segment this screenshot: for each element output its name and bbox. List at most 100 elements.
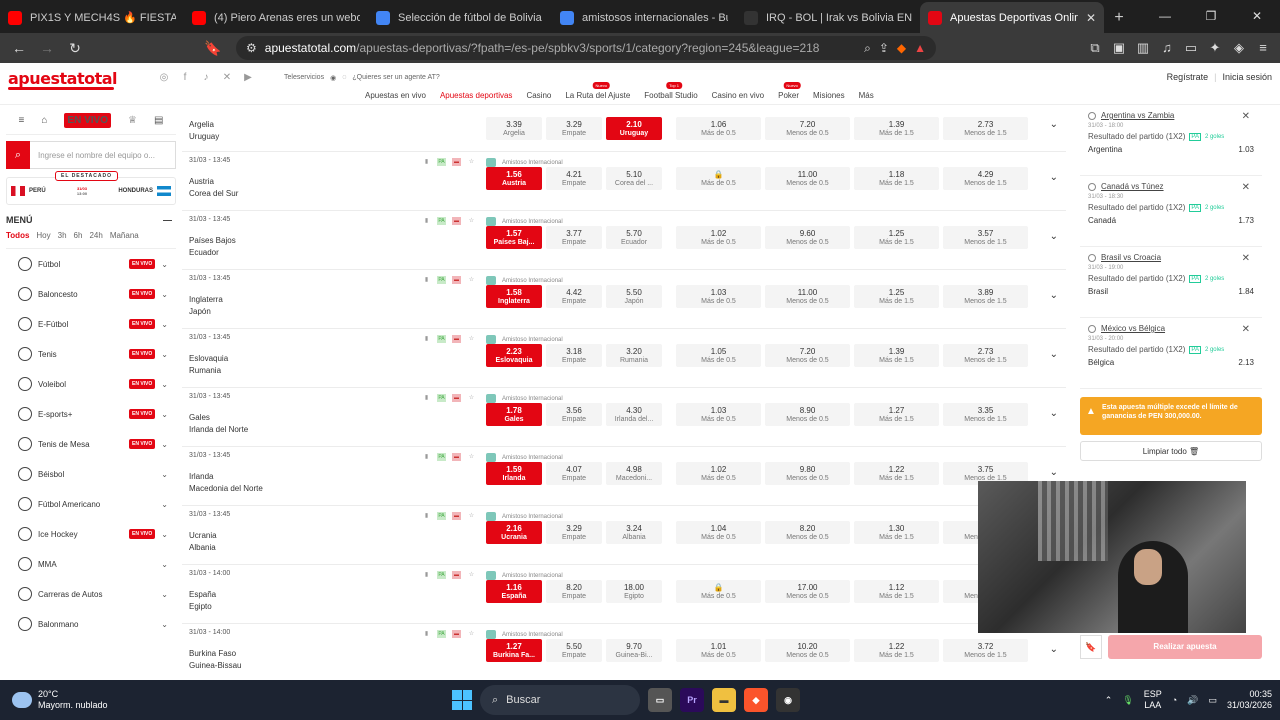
odd-away-button[interactable]: 3.24 Albania xyxy=(606,521,662,544)
odd-over15-button[interactable]: 1.12 Más de 1.5 xyxy=(854,580,939,603)
live-data-icon[interactable]: ▬ xyxy=(452,453,461,461)
bookmark-icon[interactable]: 🔖 xyxy=(202,37,224,59)
premiere-icon[interactable]: Pr xyxy=(680,688,704,712)
back-button[interactable]: ← xyxy=(8,37,30,59)
taskbar-search[interactable]: ⌕ Buscar xyxy=(480,685,640,715)
odd-over15-button[interactable]: 1.22 Más de 1.5 xyxy=(854,639,939,662)
odd-under15-button[interactable]: 3.72 Menos de 1.5 xyxy=(943,639,1028,662)
odd-away-button[interactable]: 4.30 Irlanda del... xyxy=(606,403,662,426)
stats-icon[interactable]: ▮ xyxy=(422,335,431,343)
stream-icon[interactable]: PA xyxy=(437,630,446,638)
whatsapp-icon[interactable]: ◉ xyxy=(330,74,336,82)
odd-under05-button[interactable]: 7.20 Menos de 0.5 xyxy=(765,117,850,140)
nav-item[interactable]: Apuestas en vivo xyxy=(358,91,433,100)
nav-item[interactable]: Casino xyxy=(519,91,558,100)
sport-item[interactable]: Tenis EN VIVO ⌄ xyxy=(6,339,176,369)
browser-tab[interactable]: (4) Piero Arenas eres un webonaz xyxy=(184,2,368,33)
odd-under05-button[interactable]: 10.20 Menos de 0.5 xyxy=(765,639,850,662)
wifi-icon[interactable]: ◔ xyxy=(1172,695,1177,705)
brave-rewards-icon[interactable]: ▲ xyxy=(914,41,926,55)
favorite-star-icon[interactable]: ☆ xyxy=(467,276,476,284)
brave-icon[interactable]: ◆ xyxy=(744,688,768,712)
stats-icon[interactable]: ▮ xyxy=(422,630,431,638)
nav-item[interactable]: La Ruta del Ajuste Nuevo xyxy=(558,82,637,100)
live-data-icon[interactable]: ▬ xyxy=(452,158,461,166)
search-input[interactable]: Ingrese el nombre del equipo o... xyxy=(30,141,176,169)
remove-bet-icon[interactable]: ✕ xyxy=(1242,324,1250,335)
sport-item[interactable]: Ice Hockey EN VIVO ⌄ xyxy=(6,519,176,549)
odd-under05-button[interactable]: 9.60 Menos de 0.5 xyxy=(765,226,850,249)
time-filter[interactable]: Todos xyxy=(6,231,29,240)
browser-tab[interactable]: PIX1S Y MECH4S 🔥 FIESTAS A C xyxy=(0,2,184,33)
ticket-icon[interactable]: ▤ xyxy=(154,115,163,126)
chevron-down-icon[interactable]: ⌄ xyxy=(161,260,176,269)
odd-under05-button[interactable]: 8.20 Menos de 0.5 xyxy=(765,521,850,544)
extensions-icon[interactable]: ⧉ xyxy=(1086,39,1104,57)
sport-item[interactable]: Carreras de Autos ⌄ xyxy=(6,579,176,609)
odd-away-button[interactable]: 5.10 Corea del ... xyxy=(606,167,662,190)
odd-under05-button[interactable]: 11.00 Menos de 0.5 xyxy=(765,285,850,308)
sport-item[interactable]: Béisbol ⌄ xyxy=(6,459,176,489)
stats-icon[interactable]: ▮ xyxy=(422,217,431,225)
chevron-up-icon[interactable]: ⌃ xyxy=(1105,695,1113,706)
chevron-down-icon[interactable]: ⌄ xyxy=(161,410,176,419)
favorite-star-icon[interactable]: ☆ xyxy=(467,571,476,579)
odd-draw-button[interactable]: 4.42 Empate xyxy=(546,285,602,308)
bet-match-link[interactable]: Argentina vs Zambia xyxy=(1088,111,1254,120)
odd-away-button[interactable]: 2.10 Uruguay xyxy=(606,117,662,140)
nav-item[interactable]: Football Studio Top 1 xyxy=(637,82,704,100)
odd-over15-button[interactable]: 1.39 Más de 1.5 xyxy=(854,117,939,140)
live-data-icon[interactable]: ▬ xyxy=(452,276,461,284)
mic-icon[interactable]: 🎙 xyxy=(1122,695,1133,706)
odd-over05-button[interactable]: 1.02 Más de 0.5 xyxy=(676,226,761,249)
live-data-icon[interactable]: ▬ xyxy=(452,217,461,225)
stats-icon[interactable]: ▮ xyxy=(422,158,431,166)
hamburger-icon[interactable]: ≡ xyxy=(19,115,25,126)
time-filter[interactable]: 24h xyxy=(89,231,102,240)
odd-over15-button[interactable]: 1.18 Más de 1.5 xyxy=(854,167,939,190)
favorite-star-icon[interactable]: ☆ xyxy=(467,512,476,520)
stream-icon[interactable]: PA xyxy=(437,217,446,225)
odd-over05-button[interactable]: 🔒 Más de 0.5 xyxy=(676,167,761,190)
odd-home-button[interactable]: 1.27 Burkina Fa... xyxy=(486,639,542,662)
sport-item[interactable]: MMA ⌄ xyxy=(6,549,176,579)
place-bet-button[interactable]: Realizar apuesta xyxy=(1108,635,1262,659)
stream-icon[interactable]: PA xyxy=(437,158,446,166)
nav-item[interactable]: Casino en vivo xyxy=(705,91,771,100)
bet-match-link[interactable]: Canadá vs Túnez xyxy=(1088,182,1254,191)
odd-over15-button[interactable]: 1.25 Más de 1.5 xyxy=(854,226,939,249)
zoom-icon[interactable]: ⌕ xyxy=(864,41,871,56)
time-filter[interactable]: 3h xyxy=(58,231,67,240)
featured-match[interactable]: EL DESTACADO PERÚ 31/03 13:00 HONDURAS xyxy=(6,171,176,205)
browser-tab[interactable]: Selección de fútbol de Bolivia - Bu xyxy=(368,2,552,33)
agent-link[interactable]: ¿Quieres ser un agente AT? xyxy=(352,74,439,82)
odd-home-button[interactable]: 1.59 Irlanda xyxy=(486,462,542,485)
battery-icon[interactable]: ▭ xyxy=(1208,695,1217,706)
live-data-icon[interactable]: ▬ xyxy=(452,335,461,343)
chevron-down-icon[interactable]: ⌄ xyxy=(161,590,176,599)
vpn-icon[interactable]: ◈ xyxy=(1230,39,1248,57)
odd-draw-button[interactable]: 3.77 Empate xyxy=(546,226,602,249)
chevron-down-icon[interactable]: ⌄ xyxy=(161,560,176,569)
odd-under15-button[interactable]: 3.57 Menos de 1.5 xyxy=(943,226,1028,249)
more-markets-chevron-icon[interactable]: ⌄ xyxy=(1050,349,1058,360)
favorite-star-icon[interactable]: ☆ xyxy=(467,630,476,638)
odd-home-button[interactable]: 2.16 Ucrania xyxy=(486,521,542,544)
stats-icon[interactable]: ▮ xyxy=(422,394,431,402)
obs-icon[interactable]: ◉ xyxy=(776,688,800,712)
bet-match-link[interactable]: Brasil vs Croacia xyxy=(1088,253,1254,262)
more-markets-chevron-icon[interactable]: ⌄ xyxy=(1050,119,1058,130)
sidebar-icon[interactable]: ▥ xyxy=(1134,39,1152,57)
stream-icon[interactable]: PA xyxy=(437,512,446,520)
odd-over05-button[interactable]: 1.01 Más de 0.5 xyxy=(676,639,761,662)
language-indicator[interactable]: ESP LAA xyxy=(1144,689,1162,711)
stats-icon[interactable]: ▮ xyxy=(422,453,431,461)
start-icon[interactable] xyxy=(452,690,472,710)
odd-over15-button[interactable]: 1.25 Más de 1.5 xyxy=(854,285,939,308)
more-markets-chevron-icon[interactable]: ⌄ xyxy=(1050,644,1058,655)
ai-icon[interactable]: ✦ xyxy=(1206,39,1224,57)
address-bar[interactable]: ⚙ apuestatotal.com/apuestas-deportivas/?… xyxy=(236,36,936,60)
sport-item[interactable]: Tenis de Mesa EN VIVO ⌄ xyxy=(6,429,176,459)
odd-over05-button[interactable]: 1.02 Más de 0.5 xyxy=(676,462,761,485)
chevron-down-icon[interactable]: ⌄ xyxy=(161,440,176,449)
